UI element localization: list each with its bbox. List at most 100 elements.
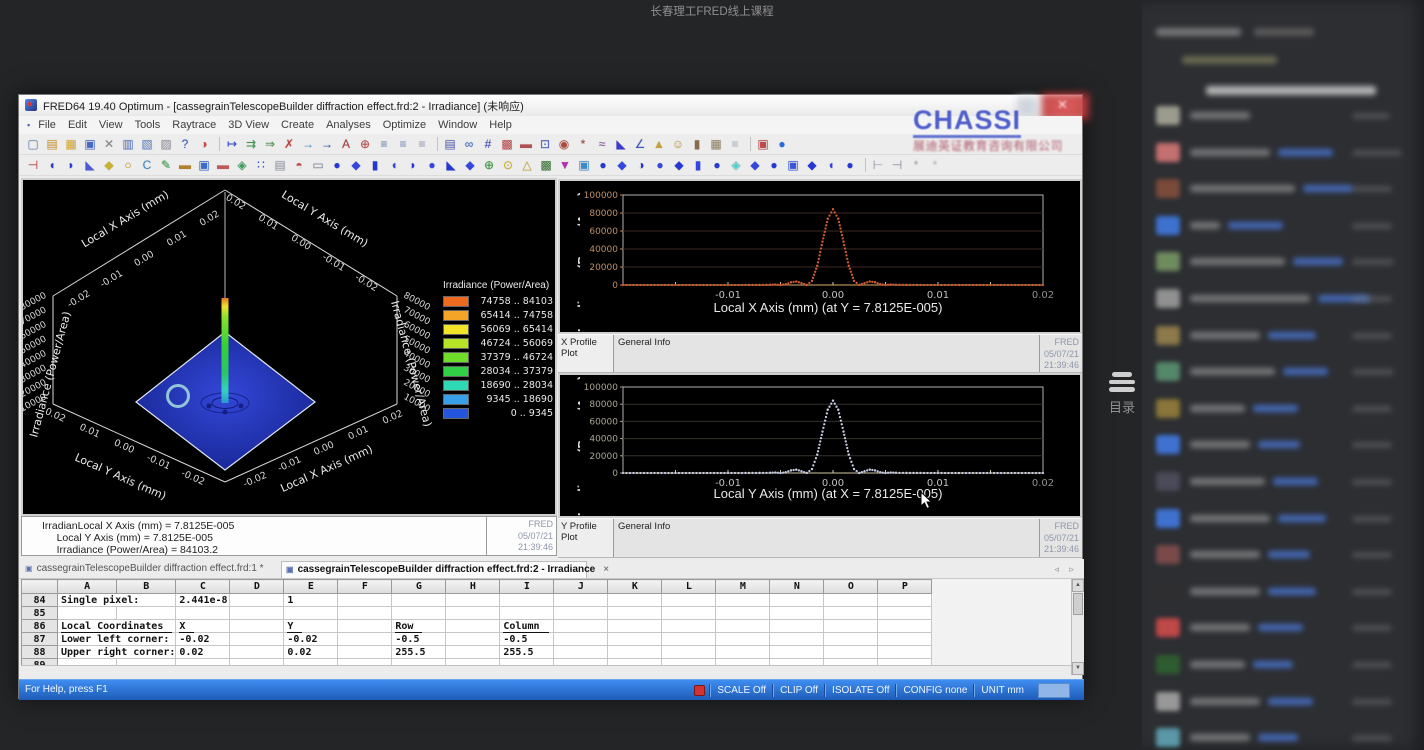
video-list-item[interactable] — [1142, 728, 1424, 750]
spot-icon[interactable]: * — [575, 136, 591, 153]
box-icon[interactable]: ▣ — [196, 157, 212, 174]
column-header-M[interactable]: M — [716, 580, 770, 594]
cell-M88[interactable] — [716, 646, 770, 659]
video-list-item[interactable] — [1142, 582, 1424, 612]
table-icon[interactable]: ▤ — [442, 136, 458, 153]
wave-icon[interactable]: ≈ — [594, 136, 610, 153]
cell-C84[interactable]: 2.441e-8 — [176, 594, 230, 607]
cell-G86[interactable]: Row — [392, 620, 446, 633]
cell-C85[interactable] — [176, 607, 230, 620]
raytrace-all-icon[interactable]: ⇒ — [262, 136, 278, 153]
cell-N88[interactable] — [770, 646, 824, 659]
cell-O87[interactable] — [824, 633, 878, 646]
solid-icon[interactable]: ● — [424, 157, 440, 174]
video-list-item[interactable] — [1142, 399, 1424, 429]
menu-create[interactable]: Create — [281, 119, 314, 131]
cell-O86[interactable] — [824, 620, 878, 633]
solid-icon[interactable]: ▮ — [367, 157, 383, 174]
cell-M85[interactable] — [716, 607, 770, 620]
cell-I87[interactable]: -0.5 — [500, 633, 554, 646]
cell-D84[interactable] — [230, 594, 284, 607]
menu-3d-view[interactable]: 3D View — [228, 119, 269, 131]
menu-view[interactable]: View — [99, 119, 123, 131]
open-icon[interactable]: ▤ — [44, 136, 60, 153]
print-icon[interactable]: ▨ — [158, 136, 174, 153]
arrow-blue-icon[interactable]: → — [319, 136, 335, 153]
prism-icon[interactable]: ◣ — [613, 136, 629, 153]
cell-I86[interactable]: Column — [500, 620, 554, 633]
column-header-N[interactable]: N — [770, 580, 824, 594]
cell-P84[interactable] — [878, 594, 932, 607]
y-profile-chart-panel[interactable]: Irradiance (Power/Area) 0200004000060000… — [558, 373, 1082, 518]
cell-F88[interactable] — [338, 646, 392, 659]
cell-H86[interactable] — [446, 620, 500, 633]
chart-icon[interactable]: ▩ — [499, 136, 515, 153]
wedge-icon[interactable]: ◣ — [82, 157, 98, 174]
solid-icon[interactable]: ◖ — [823, 157, 839, 174]
column-header-E[interactable]: E — [284, 580, 338, 594]
cell-F85[interactable] — [338, 607, 392, 620]
solid-icon[interactable]: ◆ — [614, 157, 630, 174]
solid-icon[interactable]: ◗ — [405, 157, 421, 174]
video-list-item[interactable] — [1142, 509, 1424, 539]
cell-P88[interactable] — [878, 646, 932, 659]
cell-L84[interactable] — [662, 594, 716, 607]
doc-icon[interactable]: ▤ — [272, 157, 288, 174]
document-tab-1[interactable]: ▣cassegrainTelescopeBuilder diffraction … — [21, 561, 277, 578]
menu-raytrace[interactable]: Raytrace — [172, 119, 216, 131]
cell-D87[interactable] — [230, 633, 284, 646]
column-header-A[interactable]: A — [58, 580, 117, 594]
chip-icon[interactable]: ▦ — [708, 136, 724, 153]
folder-icon[interactable]: ▦ — [63, 136, 79, 153]
target-icon[interactable]: ⊕ — [357, 136, 373, 153]
row-header[interactable]: 88 — [22, 646, 58, 659]
column-header-I[interactable]: I — [500, 580, 554, 594]
column-header-D[interactable]: D — [230, 580, 284, 594]
solid-icon[interactable]: ◣ — [443, 157, 459, 174]
cell-K84[interactable] — [608, 594, 662, 607]
cell-O85[interactable] — [824, 607, 878, 620]
menu-file[interactable]: File — [38, 119, 56, 131]
help-icon[interactable]: ? — [177, 136, 193, 153]
solid-icon[interactable]: ◑ — [633, 157, 649, 174]
video-list-item[interactable] — [1142, 289, 1424, 319]
cell-I85[interactable] — [500, 607, 554, 620]
row-header[interactable]: 87 — [22, 633, 58, 646]
spreadsheet[interactable]: ABCDEFGHIJKLMNOP84Single pixel:2.441e-81… — [21, 579, 1071, 675]
gem-icon[interactable]: ◆ — [101, 157, 117, 174]
axis-right-icon[interactable]: ⊣ — [889, 157, 905, 174]
save-icon[interactable]: ▣ — [82, 136, 98, 153]
cell-H88[interactable] — [446, 646, 500, 659]
panel-icon[interactable]: ▣ — [576, 157, 592, 174]
cell-G85[interactable] — [392, 607, 446, 620]
clock-icon[interactable]: ⊙ — [500, 157, 516, 174]
pie-icon[interactable]: ◓ — [291, 157, 307, 174]
mesh-icon[interactable]: ▩ — [538, 157, 554, 174]
cell-M86[interactable] — [716, 620, 770, 633]
new-icon[interactable]: ▢ — [25, 136, 41, 153]
cell-J88[interactable] — [554, 646, 608, 659]
monitor-icon[interactable]: ⊡ — [537, 136, 553, 153]
video-list-item[interactable] — [1142, 618, 1424, 648]
window-titlebar[interactable]: FRED64 19.40 Optimum - [cassegrainTelesc… — [19, 95, 1082, 117]
column-header-B[interactable]: B — [117, 580, 176, 594]
cell-D86[interactable] — [230, 620, 284, 633]
cell-L88[interactable] — [662, 646, 716, 659]
cell-P86[interactable] — [878, 620, 932, 633]
cell-I88[interactable]: 255.5 — [500, 646, 554, 659]
scroll-thumb[interactable] — [1073, 593, 1083, 615]
cell-L86[interactable] — [662, 620, 716, 633]
angle-icon[interactable]: ∠ — [632, 136, 648, 153]
digits-icon[interactable]: # — [480, 136, 496, 153]
tab-y-profile-plot[interactable]: Y Profile Plot — [558, 519, 614, 557]
hand-icon[interactable]: ▬ — [177, 157, 193, 174]
cell-C86[interactable]: X — [176, 620, 230, 633]
video-list-item[interactable] — [1142, 252, 1424, 282]
cell-K88[interactable] — [608, 646, 662, 659]
cell-E87[interactable]: -0.02 — [284, 633, 338, 646]
cell-H84[interactable] — [446, 594, 500, 607]
tab-scroll-arrows[interactable]: ◃ ▹ — [1054, 564, 1078, 575]
solid-icon[interactable]: ◖ — [386, 157, 402, 174]
cell-E88[interactable]: 0.02 — [284, 646, 338, 659]
cell-N87[interactable] — [770, 633, 824, 646]
